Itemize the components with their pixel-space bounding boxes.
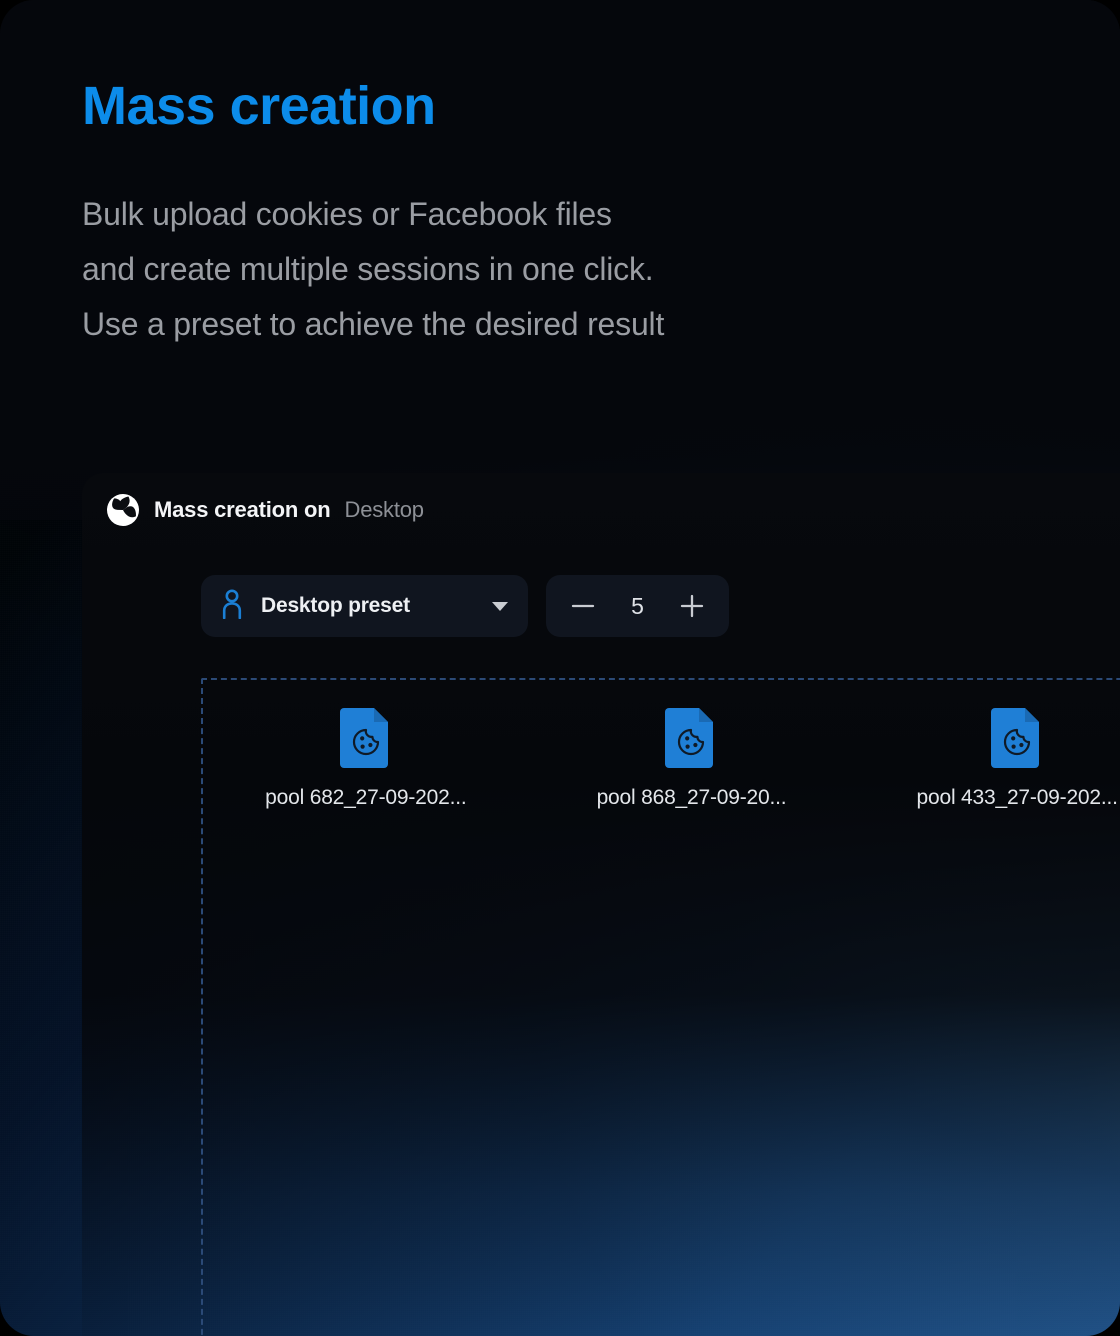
promo-description: Bulk upload cookies or Facebook files an… xyxy=(82,195,665,342)
mass-creation-promo-card: Mass creation Bulk upload cookies or Fac… xyxy=(0,0,1120,1336)
cookie-file-icon xyxy=(663,704,719,772)
controls-row: Desktop preset 5 xyxy=(82,575,1120,637)
window-title-target: Desktop xyxy=(344,497,425,522)
file-name: pool 433_27-09-202... xyxy=(916,786,1119,809)
increment-button[interactable] xyxy=(675,589,709,623)
promo-copy: Mass creation Bulk upload cookies or Fac… xyxy=(82,78,982,352)
window-title: Mass creation on xyxy=(154,497,331,522)
list-item[interactable]: pool 682_27-09-202... xyxy=(203,704,529,810)
file-name: pool 868_27-09-20... xyxy=(596,786,787,809)
window-titlebar: Mass creation on Desktop xyxy=(82,473,1120,547)
list-item[interactable]: pool 868_27-09-20... xyxy=(529,704,855,810)
list-item[interactable]: pool 433_27-09-202... xyxy=(854,704,1120,810)
quantity-stepper: 5 xyxy=(546,575,729,637)
page-title: Mass creation xyxy=(82,76,436,136)
file-name: pool 682_27-09-202... xyxy=(265,786,467,809)
cookie-file-icon xyxy=(338,704,394,772)
mass-creation-window: Mass creation on Desktop Desktop preset xyxy=(82,473,1120,1336)
preset-dropdown[interactable]: Desktop preset xyxy=(201,575,528,637)
uploaded-file-grid: pool 682_27-09-202... pool 868_27-09-20.… xyxy=(203,680,1120,810)
person-icon xyxy=(219,589,245,624)
chevron-down-icon xyxy=(492,601,508,611)
decrement-button[interactable] xyxy=(566,589,600,623)
cookie-file-icon xyxy=(989,704,1045,772)
octo-browser-logo-icon xyxy=(106,493,140,527)
quantity-value[interactable]: 5 xyxy=(631,593,644,620)
file-dropzone[interactable]: pool 682_27-09-202... pool 868_27-09-20.… xyxy=(201,678,1120,1336)
preset-dropdown-value: Desktop preset xyxy=(261,594,410,617)
